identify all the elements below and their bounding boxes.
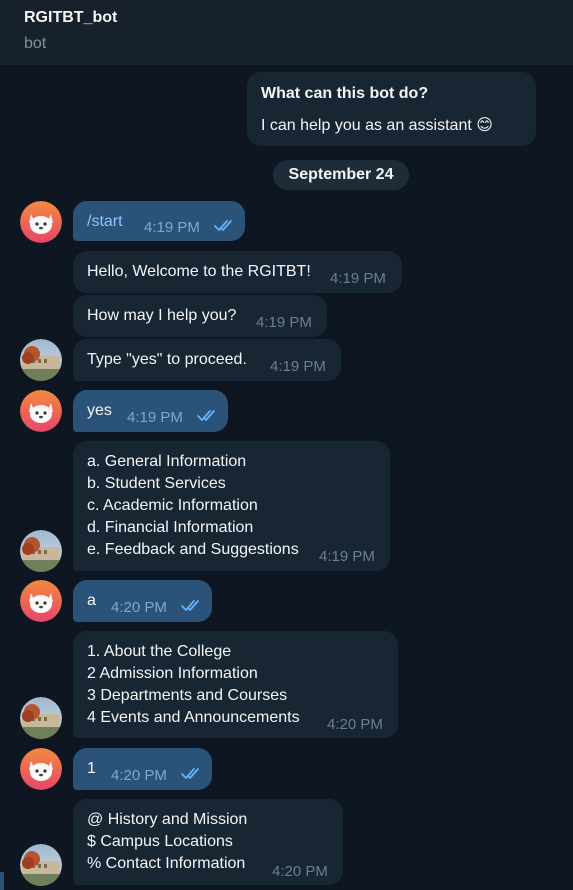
read-ticks-icon — [181, 599, 203, 613]
intro-text-line: I can help you as an assistant 😊 — [261, 115, 493, 137]
incoming-message[interactable]: How may I help you? 4:19 PM — [73, 295, 327, 337]
intro-title: What can this bot do? — [261, 85, 429, 102]
menu-line: b. Student Services — [87, 475, 226, 492]
menu-line: a. General Information — [87, 453, 247, 470]
message-text[interactable]: yes — [87, 400, 112, 422]
date-separator: September 24 — [273, 160, 409, 190]
user-avatar[interactable] — [20, 748, 62, 790]
incoming-message[interactable]: 1. About the College 2 Admission Informa… — [73, 631, 398, 738]
menu-line: d. Financial Information — [87, 519, 254, 536]
scroll-indicator[interactable] — [0, 872, 4, 890]
bot-avatar[interactable] — [20, 339, 62, 381]
message-lines[interactable]: 1. About the College 2 Admission Informa… — [87, 641, 300, 729]
message-text[interactable]: How may I help you? — [87, 305, 236, 327]
message-time: 4:19 PM — [256, 314, 312, 331]
message-time: 4:19 PM — [270, 358, 326, 375]
menu-line: $ Campus Locations — [87, 833, 233, 850]
bot-avatar[interactable] — [20, 844, 62, 886]
incoming-message[interactable]: Type "yes" to proceed. 4:19 PM — [73, 339, 341, 381]
intro-text: I can help you as an assistant — [261, 117, 472, 134]
incoming-message[interactable]: Hello, Welcome to the RGITBT! 4:19 PM — [73, 251, 402, 293]
menu-line: e. Feedback and Suggestions — [87, 541, 299, 558]
incoming-message[interactable]: @ History and Mission $ Campus Locations… — [73, 799, 343, 885]
message-text[interactable]: 1 — [87, 758, 96, 780]
outgoing-message[interactable]: 1 4:20 PM — [73, 748, 212, 790]
message-text[interactable]: Hello, Welcome to the RGITBT! — [87, 261, 311, 283]
message-time: 4:20 PM — [327, 716, 383, 733]
message-time: 4:19 PM — [127, 409, 183, 426]
message-text[interactable]: Type "yes" to proceed. — [87, 349, 247, 371]
message-text[interactable]: /start — [87, 211, 123, 233]
menu-line: 2 Admission Information — [87, 665, 258, 682]
incoming-message[interactable]: a. General Information b. Student Servic… — [73, 441, 390, 571]
read-ticks-icon — [197, 409, 219, 423]
bot-avatar[interactable] — [20, 697, 62, 739]
menu-line: 4 Events and Announcements — [87, 709, 300, 726]
chat-header[interactable]: RGITBT_bot bot — [0, 0, 573, 66]
message-time: 4:20 PM — [111, 767, 167, 784]
menu-line: 1. About the College — [87, 643, 232, 660]
chat-subtitle: bot — [24, 35, 47, 52]
user-avatar[interactable] — [20, 201, 62, 243]
user-avatar[interactable] — [20, 390, 62, 432]
menu-line: c. Academic Information — [87, 497, 258, 514]
menu-line: @ History and Mission — [87, 811, 248, 828]
message-time: 4:20 PM — [111, 599, 167, 616]
user-avatar[interactable] — [20, 580, 62, 622]
message-time: 4:19 PM — [144, 219, 200, 236]
read-ticks-icon — [181, 767, 203, 781]
outgoing-message[interactable]: /start 4:19 PM — [73, 201, 245, 241]
bot-intro-card: What can this bot do? I can help you as … — [247, 72, 536, 146]
message-time: 4:19 PM — [330, 270, 386, 287]
message-lines[interactable]: @ History and Mission $ Campus Locations… — [87, 809, 247, 875]
menu-line: 3 Departments and Courses — [87, 687, 288, 704]
message-text[interactable]: a — [87, 590, 96, 612]
menu-line: % Contact Information — [87, 855, 246, 872]
outgoing-message[interactable]: a 4:20 PM — [73, 580, 212, 622]
outgoing-message[interactable]: yes 4:19 PM — [73, 390, 228, 432]
bot-avatar[interactable] — [20, 530, 62, 572]
read-ticks-icon — [214, 219, 236, 233]
message-time: 4:20 PM — [272, 863, 328, 880]
message-lines[interactable]: a. General Information b. Student Servic… — [87, 451, 299, 561]
message-time: 4:19 PM — [319, 548, 375, 565]
smile-emoji-icon: 😊 — [476, 117, 493, 134]
chat-title[interactable]: RGITBT_bot — [24, 9, 117, 27]
